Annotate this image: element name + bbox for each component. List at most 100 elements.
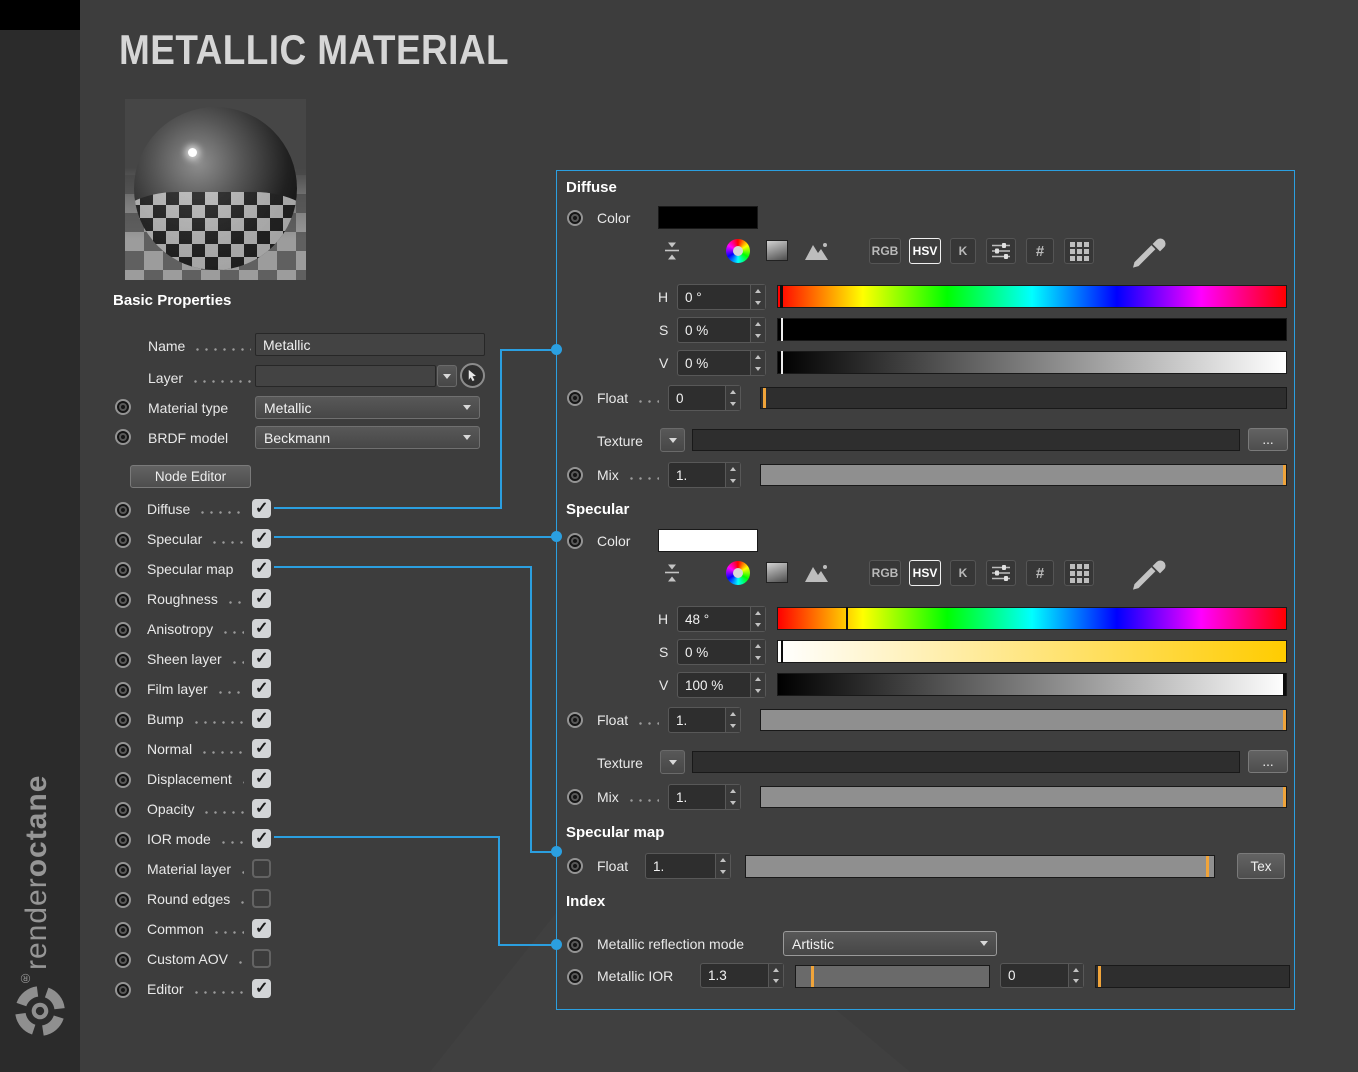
diffuse-texture-field[interactable] [692,429,1240,451]
spin-down-button[interactable] [751,363,765,375]
spin-up-button[interactable] [726,708,740,720]
specular-mix-spinner[interactable]: 1. [668,784,741,810]
diffuse-float-slider[interactable] [760,387,1287,409]
specular-map-tex-button[interactable]: Tex [1237,853,1285,879]
specular-saturation-bar[interactable] [777,640,1287,663]
brdf-model-socket[interactable] [115,429,131,445]
specular-color-swatch[interactable] [658,529,758,552]
toggle-checkbox-material-layer[interactable] [252,859,271,878]
color-wheel-icon[interactable] [726,561,750,585]
toggle-checkbox-sheen-layer[interactable] [252,648,271,668]
diffuse-s-spinner[interactable]: 0 % [677,317,766,343]
socket-ior-mode[interactable] [115,832,131,848]
toggle-checkbox-ior-mode[interactable] [252,828,271,848]
slider-handle[interactable] [1282,787,1286,807]
image-icon[interactable] [804,240,830,261]
socket-specular-map[interactable] [115,562,131,578]
image-icon[interactable] [804,562,830,583]
toggle-checkbox-specular-map[interactable] [252,558,271,578]
material-type-dropdown[interactable]: Metallic [255,396,480,419]
socket-round-edges[interactable] [115,892,131,908]
spin-up-button[interactable] [751,640,765,652]
socket-specular[interactable] [115,532,131,548]
diffuse-color-swatch[interactable] [658,206,758,229]
color-wheel-icon[interactable] [726,239,750,263]
diffuse-hue-bar[interactable] [777,285,1287,308]
spin-up-button[interactable] [751,351,765,363]
metallic-ior-socket[interactable] [567,969,583,985]
socket-sheen-layer[interactable] [115,652,131,668]
diffuse-float-socket[interactable] [567,390,583,406]
spin-down-button[interactable] [751,330,765,342]
diffuse-h-spinner[interactable]: 0 ° [677,284,766,310]
spin-up-button[interactable] [751,318,765,330]
spin-up-button[interactable] [726,386,740,398]
socket-material-layer[interactable] [115,862,131,878]
reflection-mode-dropdown[interactable]: Artistic [783,931,997,956]
spin-up-button[interactable] [751,285,765,297]
slider-handle[interactable] [762,388,766,408]
diffuse-mix-slider[interactable] [760,464,1287,486]
diffuse-mix-socket[interactable] [567,467,583,483]
kelvin-mode-button[interactable]: K [950,560,976,586]
spin-up-button[interactable] [726,785,740,797]
specular-float-slider[interactable] [760,709,1287,731]
spin-down-button[interactable] [751,652,765,664]
spin-down-button[interactable] [726,398,740,410]
specular-mix-slider[interactable] [760,786,1287,808]
node-editor-button[interactable]: Node Editor [130,465,251,488]
socket-normal[interactable] [115,742,131,758]
toggle-checkbox-diffuse[interactable] [252,498,271,518]
spin-up-button[interactable] [726,463,740,475]
metallic-ior-secondary-spinner[interactable]: 0 [1000,963,1084,988]
specular-h-spinner[interactable]: 48 ° [677,606,766,632]
toggle-checkbox-anisotropy[interactable] [252,618,271,638]
toggle-checkbox-displacement[interactable] [252,768,271,788]
slider-handle[interactable] [811,966,815,987]
toggle-checkbox-custom-aov[interactable] [252,949,271,968]
mixer-sliders-button[interactable] [986,238,1016,264]
layer-pick-button[interactable] [460,363,485,388]
spin-down-button[interactable] [726,797,740,809]
socket-editor[interactable] [115,982,131,998]
spin-up-button[interactable] [716,854,730,866]
metallic-ior-secondary-slider[interactable] [1095,965,1290,988]
socket-opacity[interactable] [115,802,131,818]
specular-float-spinner[interactable]: 1. [668,707,741,733]
diffuse-texture-browse-button[interactable]: ... [1248,428,1288,451]
socket-displacement[interactable] [115,772,131,788]
hsv-mode-button[interactable]: HSV [909,238,941,264]
rgb-mode-button[interactable]: RGB [869,560,901,586]
layer-input[interactable] [255,365,436,387]
diffuse-mix-spinner[interactable]: 1. [668,462,741,488]
toggle-checkbox-common[interactable] [252,918,271,938]
material-type-socket[interactable] [115,399,131,415]
specular-value-bar[interactable] [777,673,1287,696]
spin-down-button[interactable] [769,976,783,988]
slider-handle[interactable] [1097,966,1101,987]
toggle-checkbox-editor[interactable] [252,978,271,998]
diffuse-texture-dropdown[interactable] [660,428,685,452]
spin-down-button[interactable] [726,720,740,732]
swap-arrows-icon[interactable] [659,560,685,586]
diffuse-color-socket[interactable] [567,210,583,226]
spin-down-button[interactable] [716,866,730,878]
spin-down-button[interactable] [751,685,765,697]
eyedropper-icon[interactable] [1124,236,1170,268]
slider-handle[interactable] [1205,856,1209,877]
grayscale-icon[interactable] [766,240,788,261]
palette-grid-button[interactable] [1064,560,1094,586]
specular-texture-dropdown[interactable] [660,750,685,774]
specular-map-float-slider[interactable] [745,855,1215,878]
toggle-checkbox-opacity[interactable] [252,798,271,818]
spin-down-button[interactable] [751,297,765,309]
socket-roughness[interactable] [115,592,131,608]
spin-up-button[interactable] [1069,964,1083,976]
metallic-ior-slider[interactable] [795,965,990,988]
specular-float-socket[interactable] [567,712,583,728]
eyedropper-icon[interactable] [1124,558,1170,590]
toggle-checkbox-bump[interactable] [252,708,271,728]
reflection-mode-socket[interactable] [567,937,583,953]
spin-up-button[interactable] [751,607,765,619]
specular-texture-browse-button[interactable]: ... [1248,750,1288,773]
